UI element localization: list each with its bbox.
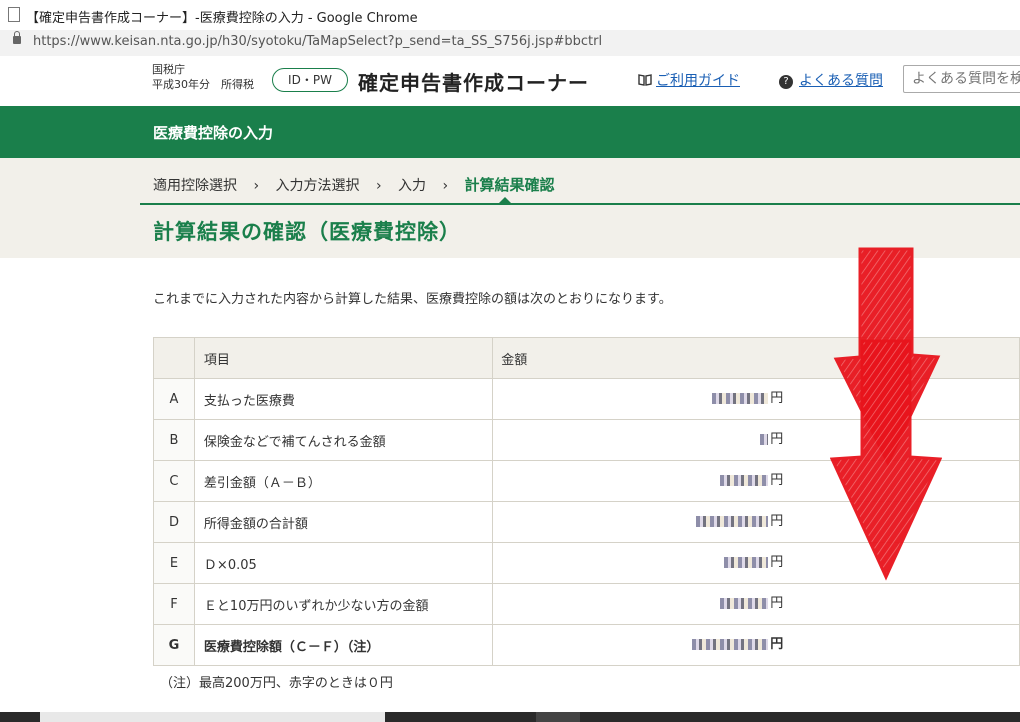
intro-text: これまでに入力された内容から計算した結果、医療費控除の額は次のとおりになります。	[153, 292, 672, 307]
breadcrumb-step-1: 適用控除選択	[153, 178, 237, 194]
row-key: B	[153, 419, 195, 461]
browser-titlebar: 【確定申告書作成コーナー】-医療費控除の入力 - Google Chrome	[0, 0, 1020, 31]
breadcrumb-current-marker	[499, 197, 511, 203]
taskbar-search[interactable]	[40, 712, 385, 722]
agency-label: 国税庁 平成30年分 所得税	[152, 62, 254, 92]
question-icon: ?	[779, 75, 793, 89]
page-title: 計算結果の確認（医療費控除）	[153, 220, 461, 244]
row-key: C	[153, 460, 195, 502]
lock-icon	[13, 31, 21, 44]
corner-title[interactable]: 確定申告書作成コーナー	[358, 67, 589, 96]
taskbar	[0, 712, 1020, 722]
yen-unit: 円	[770, 596, 784, 611]
footnote: （注）最高200万円、赤字のときは０円	[160, 676, 393, 691]
redacted-value	[692, 639, 769, 650]
row-item: Ｄ×0.05	[193, 542, 494, 584]
yen-unit: 円	[770, 432, 784, 447]
address-bar[interactable]: https://www.keisan.nta.go.jp/h30/syotoku…	[0, 30, 1020, 57]
usage-guide-label[interactable]: ご利用ガイド	[656, 73, 740, 89]
section-band: 医療費控除の入力	[0, 106, 1020, 158]
row-amount: 円	[492, 583, 1020, 625]
redacted-value	[696, 516, 769, 527]
table-row: F Ｅと10万円のいずれか少ない方の金額 円	[153, 583, 1020, 625]
book-icon	[638, 73, 652, 89]
yen-unit: 円	[770, 514, 784, 529]
header-key	[153, 337, 195, 379]
breadcrumb: 適用控除選択 › 入力方法選択 › 入力 › 計算結果確認	[153, 174, 555, 195]
redacted-value	[720, 598, 769, 609]
row-key: E	[153, 542, 195, 584]
redacted-value	[712, 393, 769, 404]
breadcrumb-step-3: 入力	[398, 178, 427, 194]
faq-label[interactable]: よくある質問	[799, 73, 883, 89]
breadcrumb-step-current: 計算結果確認	[464, 176, 555, 194]
faq-search-input[interactable]	[903, 65, 1020, 93]
header-item: 項目	[193, 337, 494, 379]
chevron-right-icon: ›	[442, 178, 449, 194]
yen-unit: 円	[770, 473, 784, 488]
redacted-value	[724, 557, 769, 568]
row-amount: 円	[492, 624, 1020, 666]
tax-year: 平成30年分 所得税	[152, 78, 254, 91]
id-pw-badge[interactable]: ID・PW	[272, 68, 348, 92]
row-key: F	[153, 583, 195, 625]
document-icon	[8, 7, 20, 22]
row-key: A	[153, 378, 195, 420]
chevron-right-icon: ›	[375, 178, 382, 194]
section-title: 医療費控除の入力	[153, 124, 274, 142]
yen-unit: 円	[770, 555, 784, 570]
breadcrumb-underline	[140, 203, 1020, 205]
row-key: G	[153, 624, 195, 666]
row-item: 保険金などで補てんされる金額	[193, 419, 494, 461]
window-title: 【確定申告書作成コーナー】-医療費控除の入力 - Google Chrome	[26, 11, 418, 26]
breadcrumb-step-2: 入力方法選択	[275, 178, 360, 194]
faq-link[interactable]: ? よくある質問	[779, 70, 883, 90]
row-item: 支払った医療費	[193, 378, 494, 420]
row-item: 医療費控除額（Ｃ－Ｆ）（注）	[193, 624, 494, 666]
down-arrow-icon	[830, 247, 942, 581]
redacted-value	[760, 434, 769, 445]
taskbar-app[interactable]	[536, 712, 580, 722]
usage-guide-link[interactable]: ご利用ガイド	[638, 70, 740, 90]
yen-unit: 円	[770, 391, 784, 406]
row-item: Ｅと10万円のいずれか少ない方の金額	[193, 583, 494, 625]
row-item: 所得金額の合計額	[193, 501, 494, 543]
redacted-value	[720, 475, 769, 486]
yen-unit: 円	[770, 637, 784, 652]
url-text[interactable]: https://www.keisan.nta.go.jp/h30/syotoku…	[33, 34, 602, 49]
row-item: 差引金額（Ａ－Ｂ）	[193, 460, 494, 502]
table-row-total: G 医療費控除額（Ｃ－Ｆ）（注） 円	[153, 624, 1020, 666]
agency-name: 国税庁	[152, 63, 185, 76]
row-key: D	[153, 501, 195, 543]
chevron-right-icon: ›	[253, 178, 260, 194]
